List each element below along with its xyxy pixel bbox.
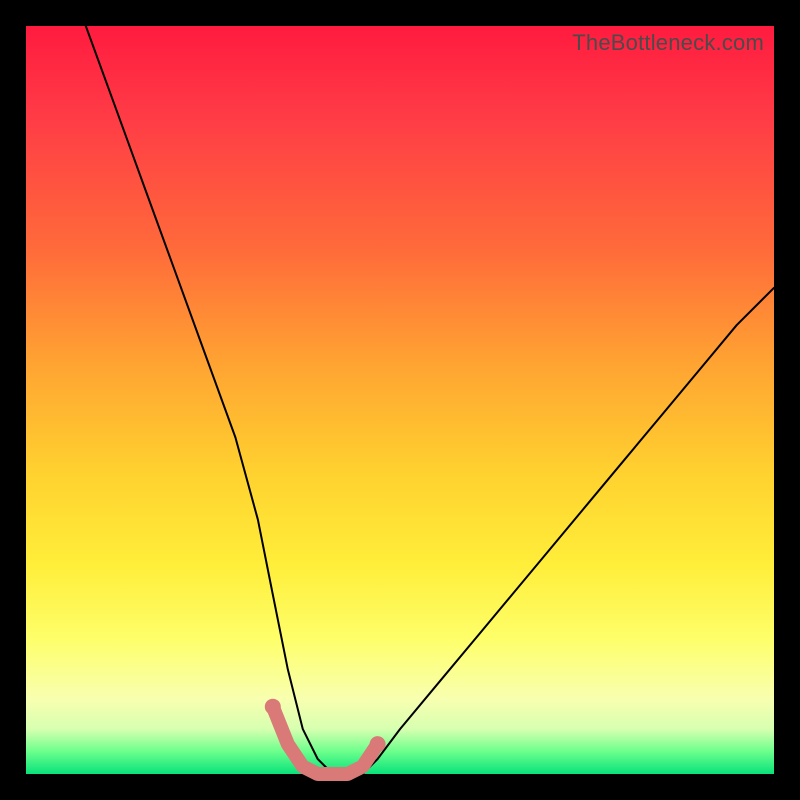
bottleneck-curve-path <box>86 26 774 774</box>
bottleneck-curve-highlight <box>273 707 378 774</box>
chart-frame: TheBottleneck.com <box>0 0 800 800</box>
highlight-endpoint <box>265 699 281 715</box>
highlight-endpoint <box>370 736 386 752</box>
plot-area: TheBottleneck.com <box>26 26 774 774</box>
curve-svg <box>26 26 774 774</box>
